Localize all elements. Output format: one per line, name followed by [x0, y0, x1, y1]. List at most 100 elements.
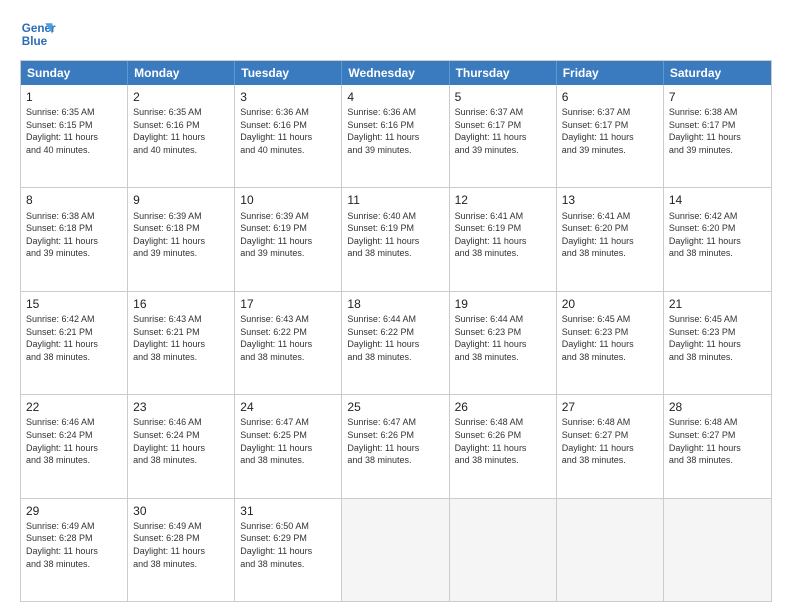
cell-info: Sunrise: 6:47 AM Sunset: 6:25 PM Dayligh…	[240, 416, 336, 466]
day-number: 1	[26, 89, 122, 105]
day-number: 8	[26, 192, 122, 208]
calendar-cell: 6Sunrise: 6:37 AM Sunset: 6:17 PM Daylig…	[557, 85, 664, 187]
cell-info: Sunrise: 6:38 AM Sunset: 6:18 PM Dayligh…	[26, 210, 122, 260]
day-number: 6	[562, 89, 658, 105]
calendar-cell: 1Sunrise: 6:35 AM Sunset: 6:15 PM Daylig…	[21, 85, 128, 187]
calendar-cell: 29Sunrise: 6:49 AM Sunset: 6:28 PM Dayli…	[21, 499, 128, 601]
logo: General Blue	[20, 16, 56, 52]
cell-info: Sunrise: 6:48 AM Sunset: 6:27 PM Dayligh…	[562, 416, 658, 466]
day-number: 24	[240, 399, 336, 415]
cell-info: Sunrise: 6:43 AM Sunset: 6:22 PM Dayligh…	[240, 313, 336, 363]
day-number: 25	[347, 399, 443, 415]
day-number: 11	[347, 192, 443, 208]
cell-info: Sunrise: 6:48 AM Sunset: 6:26 PM Dayligh…	[455, 416, 551, 466]
calendar-cell: 17Sunrise: 6:43 AM Sunset: 6:22 PM Dayli…	[235, 292, 342, 394]
calendar-cell: 13 Sunrise: 6:41 AM Sunset: 6:20 PM Dayli…	[557, 188, 664, 290]
cell-info: Sunrise: 6:45 AM Sunset: 6:23 PM Dayligh…	[669, 313, 766, 363]
cell-info: Sunrise: 6:35 AM Sunset: 6:15 PM Dayligh…	[26, 106, 122, 156]
calendar-cell: 30Sunrise: 6:49 AM Sunset: 6:28 PM Dayli…	[128, 499, 235, 601]
calendar-cell: 19Sunrise: 6:44 AM Sunset: 6:23 PM Dayli…	[450, 292, 557, 394]
calendar-cell: 2Sunrise: 6:35 AM Sunset: 6:16 PM Daylig…	[128, 85, 235, 187]
calendar-cell: 12 Sunrise: 6:41 AM Sunset: 6:19 PM Dayli…	[450, 188, 557, 290]
day-number: 4	[347, 89, 443, 105]
day-number: 23	[133, 399, 229, 415]
day-of-week-header: Wednesday	[342, 61, 449, 85]
calendar-cell: 18Sunrise: 6:44 AM Sunset: 6:22 PM Dayli…	[342, 292, 449, 394]
calendar-cell: 28Sunrise: 6:48 AM Sunset: 6:27 PM Dayli…	[664, 395, 771, 497]
day-number: 2	[133, 89, 229, 105]
day-of-week-header: Thursday	[450, 61, 557, 85]
calendar-cell: 14 Sunrise: 6:42 AM Sunset: 6:20 PM Dayli…	[664, 188, 771, 290]
day-number: 29	[26, 503, 122, 519]
day-number: 15	[26, 296, 122, 312]
day-number: 27	[562, 399, 658, 415]
calendar-cell: 22Sunrise: 6:46 AM Sunset: 6:24 PM Dayli…	[21, 395, 128, 497]
day-number: 22	[26, 399, 122, 415]
cell-info: Sunrise: 6:36 AM Sunset: 6:16 PM Dayligh…	[347, 106, 443, 156]
calendar-cell: 8 Sunrise: 6:38 AM Sunset: 6:18 PM Daylig…	[21, 188, 128, 290]
cell-info: Sunrise: 6:41 AM Sunset: 6:19 PM Dayligh…	[455, 210, 551, 260]
cell-info: Sunrise: 6:44 AM Sunset: 6:22 PM Dayligh…	[347, 313, 443, 363]
cell-info: Sunrise: 6:37 AM Sunset: 6:17 PM Dayligh…	[455, 106, 551, 156]
day-number: 14	[669, 192, 766, 208]
page: General Blue SundayMondayTuesdayWednesda…	[0, 0, 792, 612]
calendar-row: 15Sunrise: 6:42 AM Sunset: 6:21 PM Dayli…	[21, 291, 771, 394]
cell-info: Sunrise: 6:49 AM Sunset: 6:28 PM Dayligh…	[26, 520, 122, 570]
calendar-cell	[557, 499, 664, 601]
day-of-week-header: Friday	[557, 61, 664, 85]
cell-info: Sunrise: 6:43 AM Sunset: 6:21 PM Dayligh…	[133, 313, 229, 363]
cell-info: Sunrise: 6:40 AM Sunset: 6:19 PM Dayligh…	[347, 210, 443, 260]
cell-info: Sunrise: 6:45 AM Sunset: 6:23 PM Dayligh…	[562, 313, 658, 363]
day-number: 3	[240, 89, 336, 105]
calendar-cell: 21Sunrise: 6:45 AM Sunset: 6:23 PM Dayli…	[664, 292, 771, 394]
calendar-cell: 27Sunrise: 6:48 AM Sunset: 6:27 PM Dayli…	[557, 395, 664, 497]
cell-info: Sunrise: 6:49 AM Sunset: 6:28 PM Dayligh…	[133, 520, 229, 570]
calendar-cell: 26Sunrise: 6:48 AM Sunset: 6:26 PM Dayli…	[450, 395, 557, 497]
page-header: General Blue	[20, 16, 772, 52]
calendar-cell: 24Sunrise: 6:47 AM Sunset: 6:25 PM Dayli…	[235, 395, 342, 497]
calendar-cell: 11 Sunrise: 6:40 AM Sunset: 6:19 PM Dayli…	[342, 188, 449, 290]
cell-info: Sunrise: 6:39 AM Sunset: 6:18 PM Dayligh…	[133, 210, 229, 260]
calendar-cell	[450, 499, 557, 601]
calendar-cell: 15Sunrise: 6:42 AM Sunset: 6:21 PM Dayli…	[21, 292, 128, 394]
day-number: 20	[562, 296, 658, 312]
calendar: SundayMondayTuesdayWednesdayThursdayFrid…	[20, 60, 772, 602]
cell-info: Sunrise: 6:42 AM Sunset: 6:20 PM Dayligh…	[669, 210, 766, 260]
cell-info: Sunrise: 6:38 AM Sunset: 6:17 PM Dayligh…	[669, 106, 766, 156]
calendar-body: 1Sunrise: 6:35 AM Sunset: 6:15 PM Daylig…	[21, 85, 771, 601]
day-number: 13	[562, 192, 658, 208]
svg-text:Blue: Blue	[22, 35, 48, 48]
day-number: 7	[669, 89, 766, 105]
calendar-cell: 10 Sunrise: 6:39 AM Sunset: 6:19 PM Dayli…	[235, 188, 342, 290]
calendar-cell	[664, 499, 771, 601]
day-number: 26	[455, 399, 551, 415]
cell-info: Sunrise: 6:48 AM Sunset: 6:27 PM Dayligh…	[669, 416, 766, 466]
cell-info: Sunrise: 6:39 AM Sunset: 6:19 PM Dayligh…	[240, 210, 336, 260]
cell-info: Sunrise: 6:41 AM Sunset: 6:20 PM Dayligh…	[562, 210, 658, 260]
calendar-cell: 31Sunrise: 6:50 AM Sunset: 6:29 PM Dayli…	[235, 499, 342, 601]
day-of-week-header: Tuesday	[235, 61, 342, 85]
day-number: 12	[455, 192, 551, 208]
day-number: 31	[240, 503, 336, 519]
calendar-cell: 7Sunrise: 6:38 AM Sunset: 6:17 PM Daylig…	[664, 85, 771, 187]
cell-info: Sunrise: 6:42 AM Sunset: 6:21 PM Dayligh…	[26, 313, 122, 363]
calendar-header: SundayMondayTuesdayWednesdayThursdayFrid…	[21, 61, 771, 85]
day-number: 16	[133, 296, 229, 312]
cell-info: Sunrise: 6:46 AM Sunset: 6:24 PM Dayligh…	[133, 416, 229, 466]
calendar-cell: 4Sunrise: 6:36 AM Sunset: 6:16 PM Daylig…	[342, 85, 449, 187]
calendar-row: 22Sunrise: 6:46 AM Sunset: 6:24 PM Dayli…	[21, 394, 771, 497]
day-number: 18	[347, 296, 443, 312]
cell-info: Sunrise: 6:46 AM Sunset: 6:24 PM Dayligh…	[26, 416, 122, 466]
calendar-row: 29Sunrise: 6:49 AM Sunset: 6:28 PM Dayli…	[21, 498, 771, 601]
cell-info: Sunrise: 6:47 AM Sunset: 6:26 PM Dayligh…	[347, 416, 443, 466]
day-of-week-header: Sunday	[21, 61, 128, 85]
day-number: 21	[669, 296, 766, 312]
calendar-cell: 23Sunrise: 6:46 AM Sunset: 6:24 PM Dayli…	[128, 395, 235, 497]
calendar-cell: 25Sunrise: 6:47 AM Sunset: 6:26 PM Dayli…	[342, 395, 449, 497]
day-number: 5	[455, 89, 551, 105]
day-number: 10	[240, 192, 336, 208]
day-of-week-header: Monday	[128, 61, 235, 85]
calendar-cell: 3Sunrise: 6:36 AM Sunset: 6:16 PM Daylig…	[235, 85, 342, 187]
calendar-cell	[342, 499, 449, 601]
day-number: 28	[669, 399, 766, 415]
